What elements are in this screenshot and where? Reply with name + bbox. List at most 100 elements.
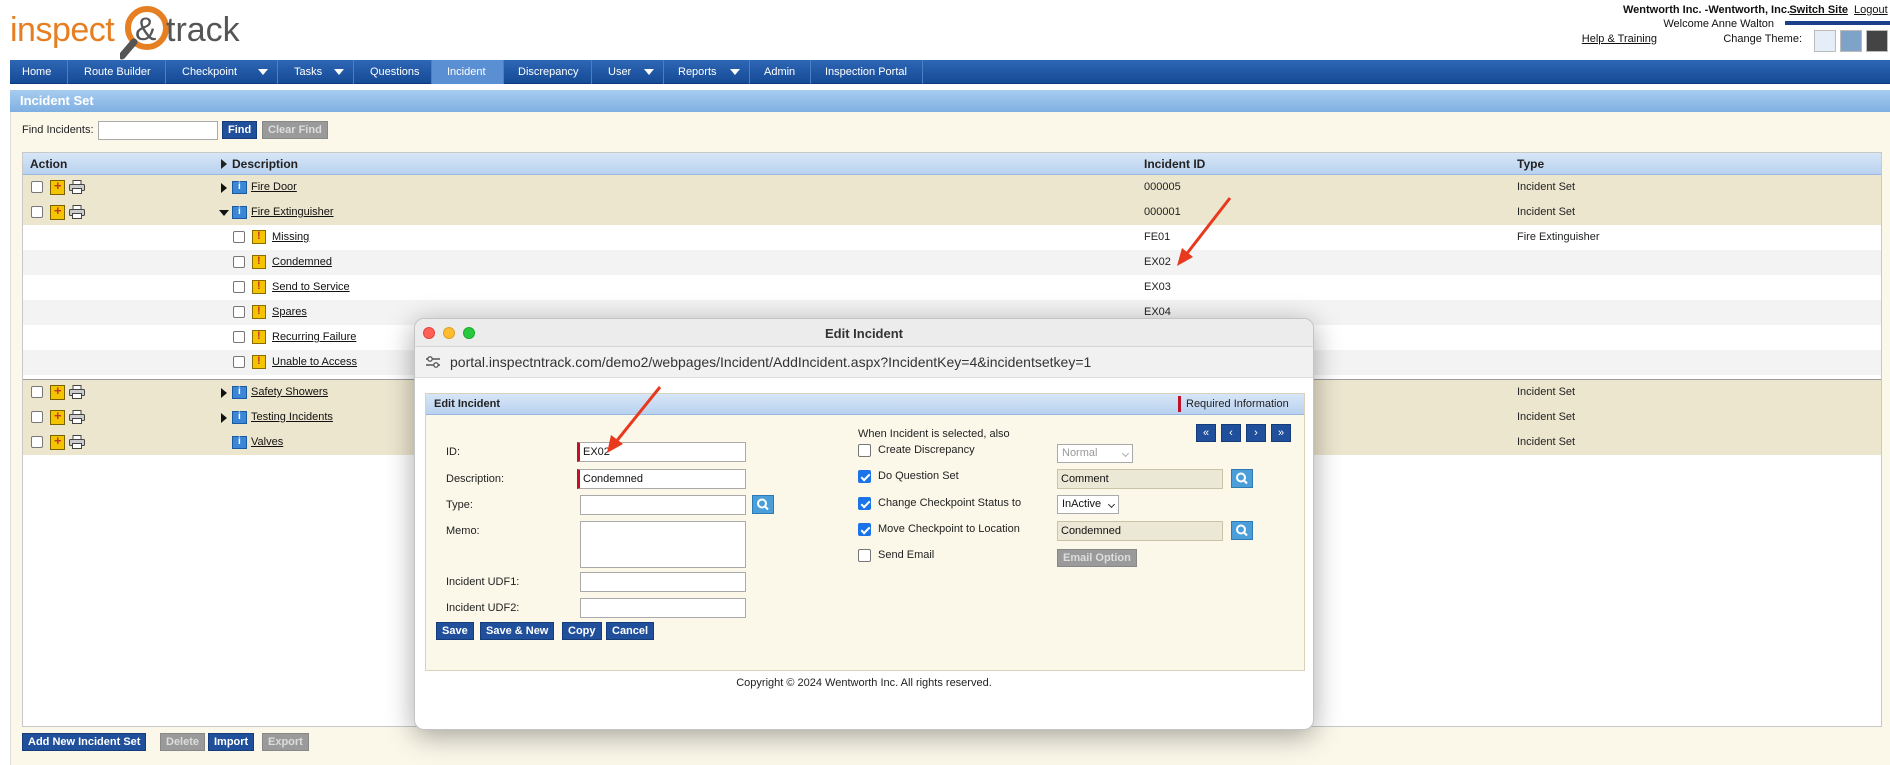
warning-icon bbox=[252, 330, 266, 344]
create-discrepancy-checkbox[interactable] bbox=[858, 444, 871, 457]
export-button[interactable]: Export bbox=[262, 733, 309, 751]
nav-inspection-portal[interactable]: Inspection Portal bbox=[811, 60, 923, 84]
nav-home[interactable]: Home bbox=[10, 60, 68, 84]
header-type[interactable]: Type bbox=[1517, 157, 1544, 171]
logout-link[interactable]: Logout bbox=[1854, 4, 1890, 16]
row-description-link[interactable]: Testing Incidents bbox=[251, 411, 333, 423]
collapse-toggle-icon[interactable] bbox=[219, 210, 229, 216]
nav-user[interactable]: User bbox=[592, 60, 664, 84]
description-field[interactable]: Condemned bbox=[577, 469, 746, 489]
row-description-link[interactable]: Missing bbox=[272, 231, 309, 243]
add-incident-icon[interactable] bbox=[50, 178, 65, 195]
previous-record-button[interactable]: ‹ bbox=[1221, 424, 1241, 442]
cancel-button[interactable]: Cancel bbox=[606, 622, 655, 640]
add-incident-icon[interactable] bbox=[50, 203, 65, 220]
id-field[interactable]: EX02 bbox=[577, 442, 746, 462]
row-checkbox[interactable] bbox=[233, 231, 245, 243]
send-email-checkbox[interactable] bbox=[858, 549, 871, 562]
row-description-link[interactable]: Send to Service bbox=[272, 281, 350, 293]
search-type-icon[interactable] bbox=[752, 495, 774, 514]
save-new-button[interactable]: Save & New bbox=[480, 622, 555, 640]
add-incident-icon[interactable] bbox=[50, 433, 65, 450]
print-icon[interactable] bbox=[69, 180, 85, 194]
logo-text-track: track bbox=[166, 11, 240, 49]
nav-discrepancy[interactable]: Discrepancy bbox=[504, 60, 592, 84]
memo-textarea[interactable] bbox=[580, 521, 746, 568]
search-location-icon[interactable] bbox=[1231, 521, 1253, 540]
udf2-field[interactable] bbox=[580, 598, 746, 618]
row-description-link[interactable]: Fire Door bbox=[251, 181, 297, 193]
print-icon[interactable] bbox=[69, 410, 85, 424]
nav-tasks[interactable]: Tasks bbox=[278, 60, 354, 84]
print-icon[interactable] bbox=[69, 205, 85, 219]
row-checkbox[interactable] bbox=[233, 331, 245, 343]
print-icon[interactable] bbox=[69, 385, 85, 399]
theme-swatch-light[interactable] bbox=[1814, 30, 1836, 52]
print-icon[interactable] bbox=[69, 435, 85, 449]
add-incident-icon[interactable] bbox=[50, 383, 65, 400]
clear-find-button[interactable]: Clear Find bbox=[262, 121, 328, 139]
row-description-link[interactable]: Fire Extinguisher bbox=[251, 206, 334, 218]
discrepancy-priority-select[interactable]: Normal bbox=[1057, 444, 1133, 463]
import-button[interactable]: Import bbox=[208, 733, 255, 751]
row-checkbox[interactable] bbox=[233, 281, 245, 293]
next-record-button[interactable]: › bbox=[1246, 424, 1266, 442]
nav-checkpoint[interactable]: Checkpoint bbox=[166, 60, 278, 84]
nav-questions[interactable]: Questions bbox=[354, 60, 432, 84]
search-question-set-icon[interactable] bbox=[1231, 469, 1253, 488]
priority-value: Normal bbox=[1062, 447, 1098, 459]
expand-toggle-icon[interactable] bbox=[221, 413, 227, 423]
type-field[interactable] bbox=[580, 495, 746, 515]
copy-button[interactable]: Copy bbox=[562, 622, 602, 640]
header-description[interactable]: Description bbox=[232, 157, 298, 171]
change-status-checkbox[interactable] bbox=[858, 497, 871, 510]
row-description-link[interactable]: Safety Showers bbox=[251, 386, 328, 398]
help-training-link[interactable]: Help & Training bbox=[1582, 33, 1657, 45]
do-question-set-checkbox[interactable] bbox=[858, 470, 871, 483]
move-checkpoint-checkbox[interactable] bbox=[858, 523, 871, 536]
nav-admin[interactable]: Admin bbox=[750, 60, 811, 84]
row-description-link[interactable]: Recurring Failure bbox=[272, 331, 356, 343]
udf1-field[interactable] bbox=[580, 572, 746, 592]
checkpoint-status-select[interactable]: InActive bbox=[1057, 495, 1119, 514]
save-button[interactable]: Save bbox=[436, 622, 474, 640]
last-record-button[interactable]: » bbox=[1271, 424, 1291, 442]
row-checkbox[interactable] bbox=[233, 306, 245, 318]
expand-all-icon[interactable] bbox=[221, 159, 227, 169]
nav-reports[interactable]: Reports bbox=[664, 60, 750, 84]
row-checkbox[interactable] bbox=[31, 386, 43, 398]
add-incident-icon[interactable] bbox=[50, 408, 65, 425]
add-new-incident-set-button[interactable]: Add New Incident Set bbox=[22, 733, 147, 751]
row-checkbox[interactable] bbox=[31, 436, 43, 448]
email-option-button[interactable]: Email Option bbox=[1057, 549, 1137, 567]
nav-incident[interactable]: Incident bbox=[432, 60, 504, 84]
switch-site-link[interactable]: Switch Site bbox=[1789, 4, 1848, 16]
theme-swatch-dark[interactable] bbox=[1866, 30, 1888, 52]
row-type: Fire Extinguisher bbox=[1517, 231, 1600, 243]
find-incidents-input[interactable] bbox=[98, 121, 218, 140]
table-header: Action Description Incident ID Type bbox=[23, 153, 1881, 175]
id-label: ID: bbox=[446, 446, 461, 458]
row-description-link[interactable]: Unable to Access bbox=[272, 356, 357, 368]
theme-swatch-blue[interactable] bbox=[1840, 30, 1862, 52]
delete-button[interactable]: Delete bbox=[160, 733, 206, 751]
find-button[interactable]: Find bbox=[222, 121, 258, 139]
row-checkbox[interactable] bbox=[31, 206, 43, 218]
row-checkbox[interactable] bbox=[233, 256, 245, 268]
row-checkbox[interactable] bbox=[31, 411, 43, 423]
header-incident-id[interactable]: Incident ID bbox=[1144, 157, 1205, 171]
main-nav: Home Route Builder Checkpoint Tasks Ques… bbox=[10, 60, 1890, 84]
row-description-link[interactable]: Condemned bbox=[272, 256, 332, 268]
row-checkbox[interactable] bbox=[233, 356, 245, 368]
expand-toggle-icon[interactable] bbox=[221, 388, 227, 398]
first-record-button[interactable]: « bbox=[1196, 424, 1216, 442]
row-description-link[interactable]: Spares bbox=[272, 306, 307, 318]
site-settings-icon[interactable] bbox=[425, 355, 441, 369]
nav-tasks-label: Tasks bbox=[294, 66, 323, 78]
expand-toggle-icon[interactable] bbox=[221, 183, 227, 193]
nav-route-builder[interactable]: Route Builder bbox=[68, 60, 166, 84]
app-logo[interactable]: inspect & track bbox=[8, 2, 240, 60]
row-description-link[interactable]: Valves bbox=[251, 436, 283, 448]
url-text[interactable]: portal.inspectntrack.com/demo2/webpages/… bbox=[450, 354, 1091, 370]
row-checkbox[interactable] bbox=[31, 181, 43, 193]
